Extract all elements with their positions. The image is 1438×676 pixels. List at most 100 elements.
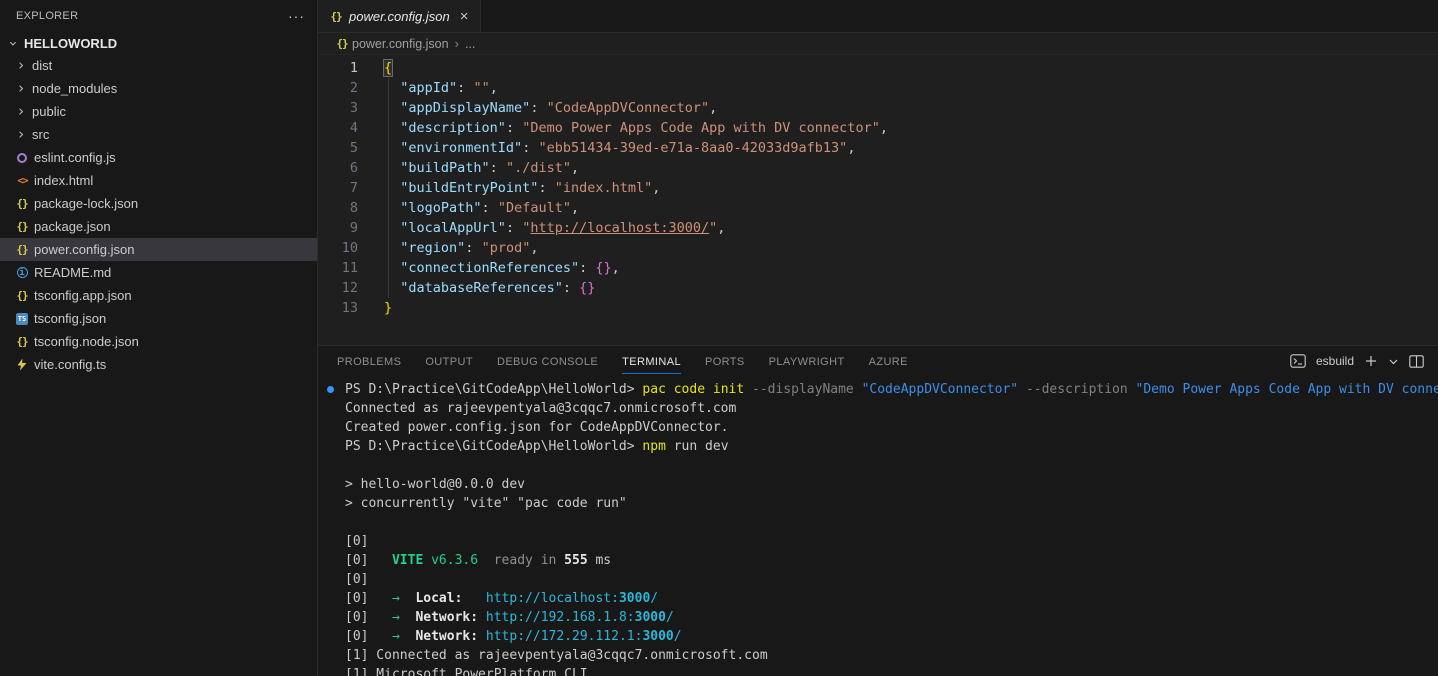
terminal-line xyxy=(345,456,1438,475)
file-item-eslint.config.js[interactable]: eslint.config.js xyxy=(0,146,317,169)
code-line-3: 3 "appDisplayName": "CodeAppDVConnector"… xyxy=(318,98,1438,118)
file-item-README.md[interactable]: iREADME.md xyxy=(0,261,317,284)
item-label: README.md xyxy=(34,265,111,280)
file-item-index.html[interactable]: <>index.html xyxy=(0,169,317,192)
file-item-package-lock.json[interactable]: {}package-lock.json xyxy=(0,192,317,215)
line-number: 11 xyxy=(318,258,358,278)
line-number: 3 xyxy=(318,98,358,118)
code-line-13: 13} xyxy=(318,298,1438,318)
file-item-package.json[interactable]: {}package.json xyxy=(0,215,317,238)
explorer-title: EXPLORER xyxy=(16,10,78,22)
terminal-line: [0] → Local: http://localhost:3000/ xyxy=(345,589,1438,608)
code-editor[interactable]: 1{2 "appId": "",3 "appDisplayName": "Cod… xyxy=(318,55,1438,345)
panel-tabs: PROBLEMS OUTPUT DEBUG CONSOLE TERMINAL PORTS… xyxy=(337,346,920,376)
json-icon: {} xyxy=(14,335,30,348)
chevron-down-icon: › xyxy=(6,36,21,50)
code-line-1: 1{ xyxy=(318,58,1438,78)
item-label: power.config.json xyxy=(34,242,134,257)
terminal-line: Created power.config.json for CodeAppDVC… xyxy=(345,418,1438,437)
code-line-9: 9 "localAppUrl": "http://localhost:3000/… xyxy=(318,218,1438,238)
eslint-icon xyxy=(14,153,30,163)
close-tab-icon[interactable]: × xyxy=(458,8,471,25)
line-number: 5 xyxy=(318,138,358,158)
file-item-tsconfig.node.json[interactable]: {} tsconfig.node.json xyxy=(0,330,317,353)
panel-tab-azure[interactable]: AZURE xyxy=(857,346,920,376)
code-line-8: 8 "logoPath": "Default", xyxy=(318,198,1438,218)
panel-actions: esbuild xyxy=(1290,354,1424,368)
breadcrumb-more[interactable]: ... xyxy=(465,37,475,51)
panel-tab-debug-console[interactable]: DEBUG CONSOLE xyxy=(485,346,610,376)
indent-guide xyxy=(388,78,389,298)
item-label: vite.config.ts xyxy=(34,357,106,372)
terminal-shell-icon xyxy=(1290,354,1306,368)
chevron-right-icon: › xyxy=(14,58,28,73)
panel-tab-ports[interactable]: PORTS xyxy=(693,346,757,376)
split-terminal-icon[interactable] xyxy=(1409,355,1424,368)
panel-tab-problems[interactable]: PROBLEMS xyxy=(337,346,413,376)
terminal-line: [0] → Network: http://172.29.112.1:3000/ xyxy=(345,627,1438,646)
panel-tab-label: OUTPUT xyxy=(425,349,473,374)
item-label: package-lock.json xyxy=(34,196,138,211)
panel-tab-label: PORTS xyxy=(705,349,745,374)
file-item-tsconfig.app.json[interactable]: {} tsconfig.app.json xyxy=(0,284,317,307)
json-file-icon: {} xyxy=(334,37,350,50)
code-line-10: 10 "region": "prod", xyxy=(318,238,1438,258)
line-number: 2 xyxy=(318,78,358,98)
terminal-line: [0] xyxy=(345,570,1438,589)
terminal-line: [0] xyxy=(345,532,1438,551)
line-number: 10 xyxy=(318,238,358,258)
json-icon: {} xyxy=(14,220,30,233)
item-label: tsconfig.app.json xyxy=(34,288,132,303)
panel-tab-output[interactable]: OUTPUT xyxy=(413,346,485,376)
file-list: ›dist›node_modules›public›srceslint.conf… xyxy=(0,54,317,376)
panel-tab-bar: PROBLEMS OUTPUT DEBUG CONSOLE TERMINAL PORTS… xyxy=(318,345,1438,376)
item-label: dist xyxy=(32,58,52,73)
code-line-2: 2 "appId": "", xyxy=(318,78,1438,98)
terminal-line: PS D:\Practice\GitCodeApp\HelloWorld> np… xyxy=(345,437,1438,456)
editor-tab-bar: {} power.config.json × xyxy=(318,0,1438,33)
item-label: src xyxy=(32,127,49,142)
terminal-instance-label[interactable]: esbuild xyxy=(1316,354,1354,368)
breadcrumb-file[interactable]: power.config.json xyxy=(352,37,449,51)
item-label: tsconfig.node.json xyxy=(34,334,139,349)
new-terminal-icon[interactable] xyxy=(1364,354,1378,368)
tab-power-config-json[interactable]: {} power.config.json × xyxy=(318,0,481,32)
file-item-power.config.json[interactable]: {} power.config.json xyxy=(0,238,317,261)
panel-tab-terminal[interactable]: TERMINAL xyxy=(610,346,693,376)
panel-tab-label: DEBUG CONSOLE xyxy=(497,349,598,374)
folder-item-node_modules[interactable]: ›node_modules xyxy=(0,77,317,100)
panel-tab-label: AZURE xyxy=(869,349,908,374)
terminal-line: [0] → Network: http://192.168.1.8:3000/ xyxy=(345,608,1438,627)
root-folder-helloworld[interactable]: › HELLOWORLD xyxy=(0,32,317,54)
folder-item-src[interactable]: ›src xyxy=(0,123,317,146)
more-actions-icon[interactable]: ··· xyxy=(288,8,305,24)
vscode-window: EXPLORER ··· › HELLOWORLD › dist ›node_mod… xyxy=(0,0,1438,676)
file-item-vite.config.ts[interactable]: vite.config.ts xyxy=(0,353,317,376)
code-line-6: 6 "buildPath": "./dist", xyxy=(318,158,1438,178)
line-number: 6 xyxy=(318,158,358,178)
terminal-output[interactable]: PS D:\Practice\GitCodeApp\HelloWorld> pa… xyxy=(318,376,1438,676)
breadcrumb[interactable]: {} power.config.json › ... xyxy=(318,33,1438,55)
chevron-right-icon: › xyxy=(14,104,28,119)
terminal-lines: PS D:\Practice\GitCodeApp\HelloWorld> pa… xyxy=(345,380,1438,676)
json-icon: {} xyxy=(14,289,30,302)
command-marker-icon xyxy=(327,386,334,393)
json-icon: {} xyxy=(14,243,30,256)
explorer-header: EXPLORER ··· xyxy=(0,0,317,32)
terminal-dropdown-chevron-icon[interactable] xyxy=(1388,356,1399,367)
tab-label: power.config.json xyxy=(349,9,450,24)
vite-icon xyxy=(14,359,30,371)
panel-tab-playwright[interactable]: PLAYWRIGHT xyxy=(757,346,857,376)
terminal-line: Connected as rajeevpentyala@3cqqc7.onmic… xyxy=(345,399,1438,418)
chevron-right-icon: › xyxy=(14,81,28,96)
code-line-4: 4 "description": "Demo Power Apps Code A… xyxy=(318,118,1438,138)
root-folder-label: HELLOWORLD xyxy=(24,36,117,51)
editor-area: {} power.config.json × {} power.config.j… xyxy=(318,0,1438,676)
folder-item-dist[interactable]: › dist xyxy=(0,54,317,77)
panel-tab-label: PROBLEMS xyxy=(337,349,401,374)
code-line-5: 5 "environmentId": "ebb51434-39ed-e71a-8… xyxy=(318,138,1438,158)
file-item-tsconfig.json[interactable]: TStsconfig.json xyxy=(0,307,317,330)
code-lines: 1{2 "appId": "",3 "appDisplayName": "Cod… xyxy=(318,58,1438,318)
code-line-11: 11 "connectionReferences": {}, xyxy=(318,258,1438,278)
folder-item-public[interactable]: ›public xyxy=(0,100,317,123)
